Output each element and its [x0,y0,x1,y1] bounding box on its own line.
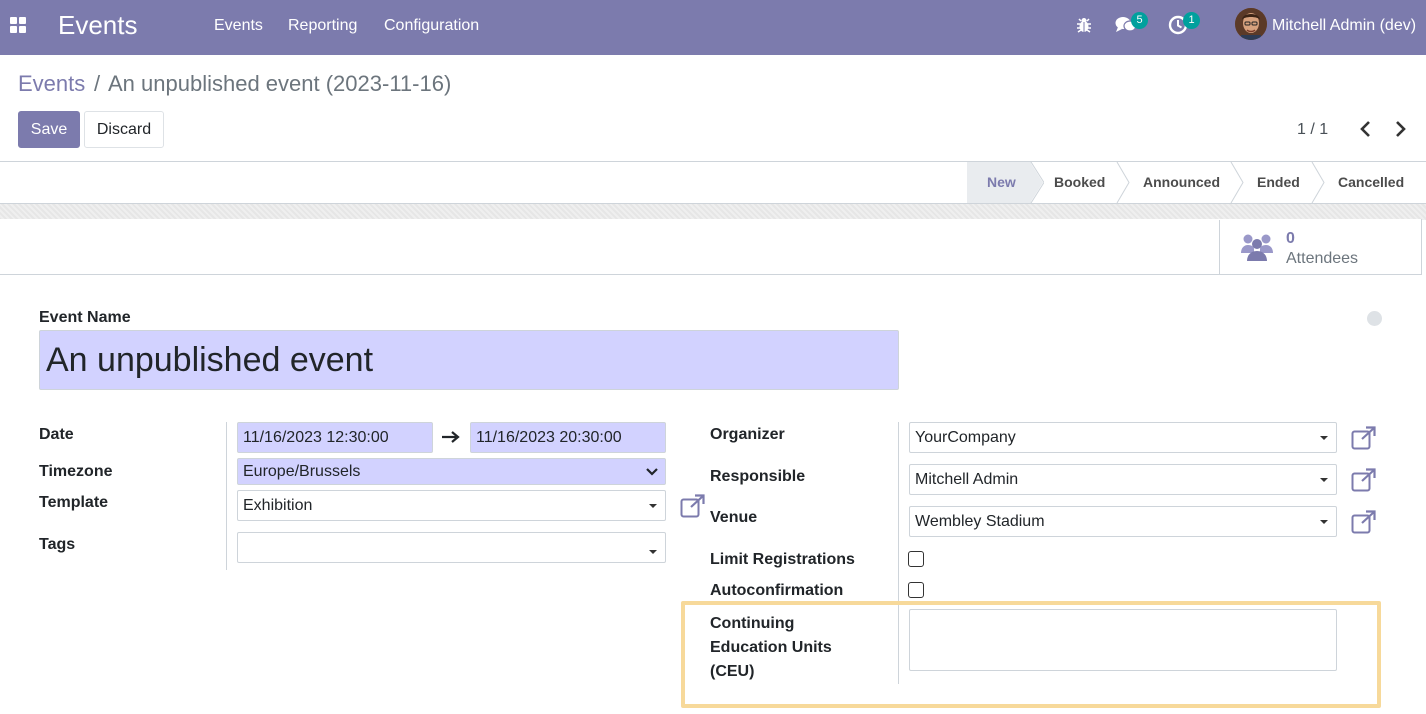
organizer-select[interactable]: YourCompany [909,422,1337,453]
timezone-label: Timezone [39,463,113,480]
dropdown-caret-icon [1320,520,1328,524]
breadcrumb-separator: / [94,71,101,96]
messages-count-badge: 5 [1131,12,1148,29]
save-button[interactable]: Save [18,111,80,148]
chevron-down-icon [646,468,658,476]
stage-separator [1116,162,1130,203]
pager-previous-icon[interactable] [1356,119,1376,139]
stage-separator [1311,162,1325,203]
stage-new-arrow [1030,162,1044,203]
discard-button[interactable]: Discard [84,111,164,148]
autoconfirmation-label: Autoconfirmation [710,582,844,599]
stage-cancelled[interactable]: Cancelled [1338,162,1404,203]
limit-registrations-checkbox[interactable] [908,551,924,567]
ceu-label-line: (CEU) [710,663,755,680]
ceu-textarea[interactable] [909,609,1337,671]
attendees-label: Attendees [1286,250,1359,267]
responsible-label: Responsible [710,468,806,485]
venue-label: Venue [710,509,758,526]
tags-input[interactable] [237,532,666,563]
pager-next-icon[interactable] [1390,119,1410,139]
timezone-select[interactable]: Europe/Brussels [237,458,666,485]
stage-new-label: New [987,174,1016,190]
dropdown-caret-icon [1320,478,1328,482]
responsible-external-link-icon[interactable] [1351,468,1377,492]
event-name-input[interactable]: An unpublished event [39,330,899,390]
user-menu-name[interactable]: Mitchell Admin (dev) [1272,16,1416,36]
form-background-stripe [0,204,1426,220]
dropdown-caret-icon [649,504,657,508]
date-begin-input[interactable]: 11/16/2023 12:30:00 [237,422,433,453]
stage-booked[interactable]: Booked [1054,162,1105,203]
template-select[interactable]: Exhibition [237,490,666,521]
stage-new[interactable]: New [967,162,1031,203]
dropdown-caret-icon [1320,436,1328,440]
template-label: Template [39,494,109,511]
date-end-input[interactable]: 11/16/2023 20:30:00 [470,422,666,453]
organizer-external-link-icon[interactable] [1351,426,1377,450]
organizer-value: YourCompany [915,429,1016,446]
attendees-count: 0 [1286,230,1295,247]
venue-value: Wembley Stadium [915,513,1045,530]
stage-announced[interactable]: Announced [1143,162,1220,203]
organizer-label: Organizer [710,426,785,443]
publish-status-dot [1367,311,1382,326]
ceu-label-line: Continuing [710,615,795,632]
app-title: Events [58,10,138,40]
event-name-label: Event Name [39,309,131,326]
venue-external-link-icon[interactable] [1351,510,1377,534]
responsible-select[interactable]: Mitchell Admin [909,464,1337,495]
pager-value[interactable]: 1 / 1 [1297,120,1328,140]
autoconfirmation-checkbox[interactable] [908,582,924,598]
user-avatar[interactable] [1235,8,1267,40]
tags-label: Tags [39,536,76,553]
users-group-icon [1241,234,1273,261]
stage-statusbar: New Booked Announced Ended Cancelled [0,161,1426,204]
date-range-arrow-icon [442,431,460,443]
label-separator-left [226,422,227,570]
ceu-label: Continuing Education Units (CEU) [710,612,832,684]
button-box [0,219,1422,275]
activities-count-badge: 1 [1183,12,1200,29]
stage-separator [1230,162,1244,203]
breadcrumb-parent[interactable]: Events [18,71,85,97]
menu-events[interactable]: Events [214,16,263,36]
limit-registrations-label: Limit Registrations [710,551,855,568]
responsible-value: Mitchell Admin [915,471,1019,488]
debug-bug-icon[interactable] [1075,16,1093,34]
stage-ended[interactable]: Ended [1257,162,1300,203]
main-navbar: Events Events Reporting Configuration 5 … [0,0,1426,55]
apps-menu-icon[interactable] [10,17,26,33]
date-label: Date [39,426,74,443]
breadcrumb-current: An unpublished event (2023-11-16) [108,71,452,96]
ceu-label-line: Education Units [710,639,832,656]
venue-select[interactable]: Wembley Stadium [909,506,1337,537]
timezone-value: Europe/Brussels [243,463,361,480]
attendees-stat-button[interactable]: 0 Attendees [1219,220,1422,274]
template-value: Exhibition [243,497,313,514]
template-external-link-icon[interactable] [680,494,706,518]
menu-configuration[interactable]: Configuration [384,16,479,36]
dropdown-caret-icon [649,550,657,554]
menu-reporting[interactable]: Reporting [288,16,357,36]
